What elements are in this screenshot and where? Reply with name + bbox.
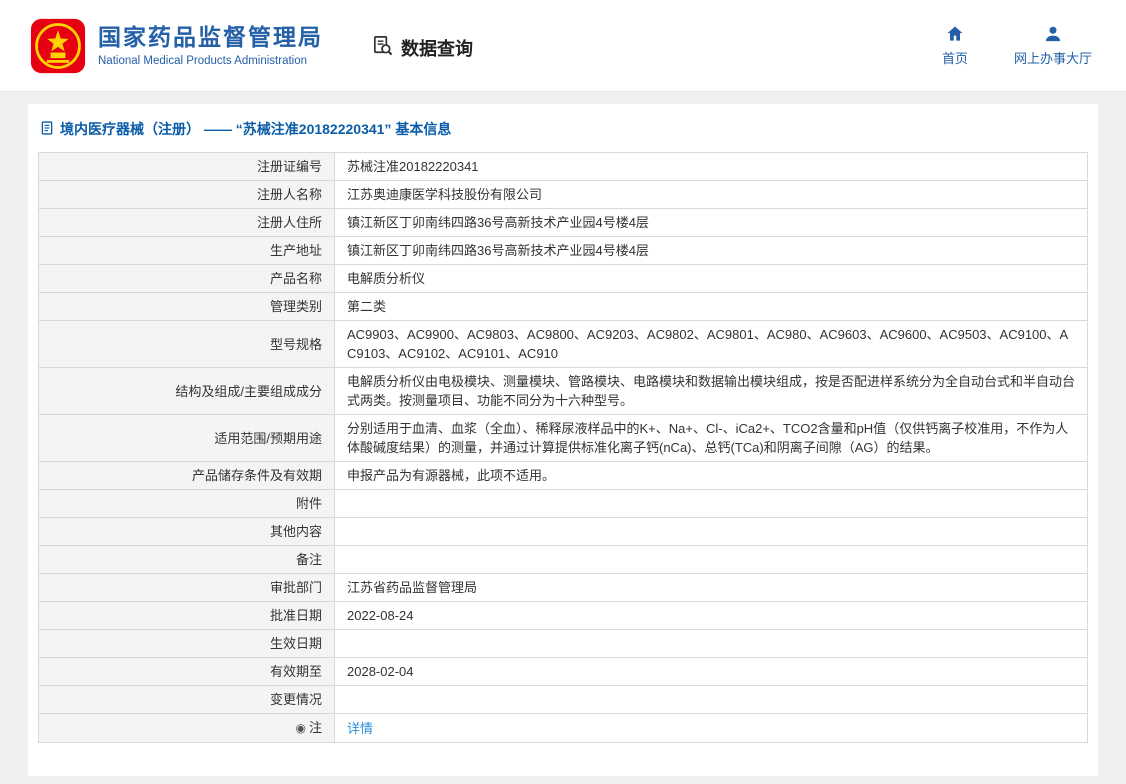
row-value: 第二类 bbox=[335, 293, 1088, 321]
row-label: 批准日期 bbox=[39, 602, 335, 630]
row-label: 其他内容 bbox=[39, 518, 335, 546]
brand: 国家药品监督管理局 National Medical Products Admi… bbox=[30, 18, 323, 74]
row-label: 注册人住所 bbox=[39, 209, 335, 237]
table-row: 变更情况 bbox=[39, 686, 1088, 714]
row-label: 产品名称 bbox=[39, 265, 335, 293]
table-row: 产品储存条件及有效期申报产品为有源器械，此项不适用。 bbox=[39, 462, 1088, 490]
info-table-body: 注册证编号苏械注准20182220341注册人名称江苏奥迪康医学科技股份有限公司… bbox=[39, 153, 1088, 743]
row-value bbox=[335, 630, 1088, 658]
brand-text: 国家药品监督管理局 National Medical Products Admi… bbox=[98, 24, 323, 67]
site-header: 国家药品监督管理局 National Medical Products Admi… bbox=[0, 0, 1126, 92]
home-icon bbox=[945, 24, 965, 44]
table-row: 注册证编号苏械注准20182220341 bbox=[39, 153, 1088, 181]
table-row: 注册人住所镇江新区丁卯南纬四路36号高新技术产业园4号楼4层 bbox=[39, 209, 1088, 237]
row-label: 有效期至 bbox=[39, 658, 335, 686]
row-value: 江苏省药品监督管理局 bbox=[335, 574, 1088, 602]
row-label: 附件 bbox=[39, 490, 335, 518]
row-label: 备注 bbox=[39, 546, 335, 574]
page-title: 境内医疗器械（注册） —— “苏械注准20182220341” 基本信息 bbox=[40, 119, 1088, 139]
table-row: ◉注详情 bbox=[39, 714, 1088, 743]
row-value bbox=[335, 546, 1088, 574]
nav-home[interactable]: 首页 bbox=[942, 24, 968, 67]
nav-online-hall[interactable]: 网上办事大厅 bbox=[1014, 24, 1092, 67]
row-label: 适用范围/预期用途 bbox=[39, 415, 335, 462]
table-row: 有效期至2028-02-04 bbox=[39, 658, 1088, 686]
brand-subtitle: National Medical Products Administration bbox=[98, 55, 323, 67]
row-value: 分别适用于血清、血浆（全血）、稀释尿液样品中的K+、Na+、Cl-、iCa2+、… bbox=[335, 415, 1088, 462]
table-row: 其他内容 bbox=[39, 518, 1088, 546]
table-row: 批准日期2022-08-24 bbox=[39, 602, 1088, 630]
row-value: 申报产品为有源器械，此项不适用。 bbox=[335, 462, 1088, 490]
row-label: 产品储存条件及有效期 bbox=[39, 462, 335, 490]
table-row: 注册人名称江苏奥迪康医学科技股份有限公司 bbox=[39, 181, 1088, 209]
row-value bbox=[335, 490, 1088, 518]
table-row: 结构及组成/主要组成成分电解质分析仪由电极模块、测量模块、管路模块、电路模块和数… bbox=[39, 368, 1088, 415]
document-icon bbox=[40, 121, 54, 138]
row-label: 生效日期 bbox=[39, 630, 335, 658]
user-icon bbox=[1043, 24, 1063, 44]
table-row: 附件 bbox=[39, 490, 1088, 518]
page-title-text: 境内医疗器械（注册） —— “苏械注准20182220341” 基本信息 bbox=[60, 119, 451, 139]
brand-title: 国家药品监督管理局 bbox=[98, 24, 323, 52]
data-query-nav[interactable]: 数据查询 bbox=[371, 34, 473, 62]
row-value: 镇江新区丁卯南纬四路36号高新技术产业园4号楼4层 bbox=[335, 237, 1088, 265]
row-value: 详情 bbox=[335, 714, 1088, 743]
info-table: 注册证编号苏械注准20182220341注册人名称江苏奥迪康医学科技股份有限公司… bbox=[38, 152, 1088, 743]
data-query-icon bbox=[371, 34, 394, 62]
row-value bbox=[335, 518, 1088, 546]
row-value: 电解质分析仪 bbox=[335, 265, 1088, 293]
row-label: 生产地址 bbox=[39, 237, 335, 265]
row-label: 型号规格 bbox=[39, 321, 335, 368]
row-value: 镇江新区丁卯南纬四路36号高新技术产业园4号楼4层 bbox=[335, 209, 1088, 237]
row-value: 苏械注准20182220341 bbox=[335, 153, 1088, 181]
nav-hall-label: 网上办事大厅 bbox=[1014, 48, 1092, 67]
table-row: 适用范围/预期用途分别适用于血清、血浆（全血）、稀释尿液样品中的K+、Na+、C… bbox=[39, 415, 1088, 462]
table-row: 生产地址镇江新区丁卯南纬四路36号高新技术产业园4号楼4层 bbox=[39, 237, 1088, 265]
data-query-label: 数据查询 bbox=[401, 35, 473, 61]
row-value: 2028-02-04 bbox=[335, 658, 1088, 686]
table-row: 产品名称电解质分析仪 bbox=[39, 265, 1088, 293]
row-value: 江苏奥迪康医学科技股份有限公司 bbox=[335, 181, 1088, 209]
row-label: 注册证编号 bbox=[39, 153, 335, 181]
table-row: 型号规格AC9903、AC9900、AC9803、AC9800、AC9203、A… bbox=[39, 321, 1088, 368]
row-value: 2022-08-24 bbox=[335, 602, 1088, 630]
row-value: 电解质分析仪由电极模块、测量模块、管路模块、电路模块和数据输出模块组成，按是否配… bbox=[335, 368, 1088, 415]
row-label: 注册人名称 bbox=[39, 181, 335, 209]
row-label: 变更情况 bbox=[39, 686, 335, 714]
row-value bbox=[335, 686, 1088, 714]
row-label: ◉注 bbox=[39, 714, 335, 743]
table-row: 审批部门江苏省药品监督管理局 bbox=[39, 574, 1088, 602]
table-row: 备注 bbox=[39, 546, 1088, 574]
table-row: 管理类别第二类 bbox=[39, 293, 1088, 321]
row-value: AC9903、AC9900、AC9803、AC9800、AC9203、AC980… bbox=[335, 321, 1088, 368]
table-row: 生效日期 bbox=[39, 630, 1088, 658]
detail-link[interactable]: 详情 bbox=[347, 721, 373, 736]
national-emblem-logo bbox=[30, 18, 86, 74]
header-nav: 首页 网上办事大厅 bbox=[942, 24, 1092, 67]
row-label: 审批部门 bbox=[39, 574, 335, 602]
note-icon: ◉ bbox=[296, 719, 306, 738]
content-card: 境内医疗器械（注册） —— “苏械注准20182220341” 基本信息 注册证… bbox=[28, 104, 1098, 776]
nav-home-label: 首页 bbox=[942, 48, 968, 67]
row-label: 管理类别 bbox=[39, 293, 335, 321]
row-label: 结构及组成/主要组成成分 bbox=[39, 368, 335, 415]
